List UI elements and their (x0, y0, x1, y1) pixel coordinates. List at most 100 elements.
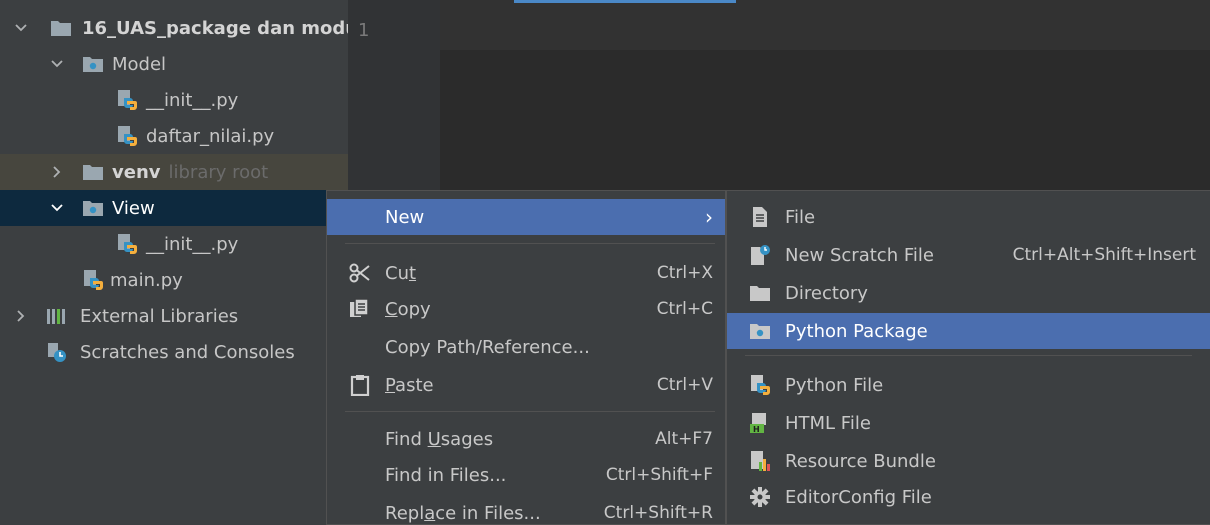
label-part: aste (395, 374, 434, 396)
tree-item-file[interactable]: main.py (0, 262, 348, 298)
tree-item-label: main.py (110, 269, 183, 291)
folder-icon (749, 282, 771, 304)
menu-item-python-file[interactable]: Python File (727, 367, 1210, 403)
label-part: sages (440, 428, 494, 450)
menu-item-label: Replace in Files... (385, 503, 541, 524)
mnemonic: P (385, 374, 396, 396)
menu-separator (345, 243, 715, 244)
menu-item-label: Cut (385, 263, 416, 284)
tree-item-label: Model (112, 53, 167, 75)
menu-separator (345, 411, 715, 412)
copy-icon (349, 298, 371, 320)
scissors-icon (349, 262, 371, 284)
chevron-right-icon[interactable] (14, 309, 28, 323)
shortcut: Ctrl+Shift+R (603, 503, 713, 523)
tree-item-label: External Libraries (80, 305, 239, 327)
menu-item-editorconfig-file[interactable]: EditorConfig File (727, 479, 1210, 515)
tree-item-file[interactable]: daftar_nilai.py (0, 118, 348, 154)
menu-item-label: EditorConfig File (785, 486, 932, 508)
menu-item-new-scratch-file[interactable]: New Scratch File Ctrl+Alt+Shift+Insert (727, 237, 1210, 273)
shortcut: Ctrl+C (656, 299, 713, 319)
tree-item-scratches[interactable]: Scratches and Consoles (0, 334, 348, 370)
tree-item-view[interactable]: View (0, 190, 348, 226)
svg-text:H: H (753, 425, 760, 434)
menu-item-find-usages[interactable]: Find Usages Alt+F7 (327, 421, 725, 457)
folder-icon (50, 17, 72, 39)
context-menu: New › Cut Ctrl+X Copy Ctrl+C Copy Path/R… (326, 190, 726, 525)
resource-bundle-icon (749, 450, 771, 472)
menu-item-label: Paste (385, 375, 434, 396)
shortcut: Alt+F7 (655, 429, 713, 449)
menu-item-directory[interactable]: Directory (727, 275, 1210, 311)
menu-item-find-in-files[interactable]: Find in Files... Ctrl+Shift+F (327, 457, 725, 493)
new-submenu: File New Scratch File Ctrl+Alt+Shift+Ins… (726, 190, 1210, 525)
file-icon (749, 206, 771, 228)
html-file-icon: H (749, 412, 771, 434)
editor-gutter: 1 (348, 0, 440, 190)
library-root-hint: library root (168, 161, 269, 183)
tree-item-name: venv (112, 161, 161, 183)
tree-item-label: daftar_nilai.py (146, 125, 275, 147)
menu-item-file[interactable]: File (727, 199, 1210, 235)
shortcut: Ctrl+X (656, 263, 713, 283)
code-editor[interactable] (440, 0, 1210, 190)
menu-item-label: Find Usages (385, 429, 493, 450)
menu-item-copy[interactable]: Copy Ctrl+C (327, 291, 725, 327)
menu-item-label: Resource Bundle (785, 450, 936, 472)
tree-item-label: venv library root (112, 162, 268, 183)
chevron-right-icon[interactable] (50, 165, 64, 179)
tree-item-file[interactable]: __init__.py (0, 82, 348, 118)
python-file-icon (116, 233, 138, 255)
tree-item-venv[interactable]: venv library root (0, 154, 348, 190)
line-number: 1 (358, 20, 370, 41)
menu-item-python-package[interactable]: Python Package (727, 313, 1210, 349)
mnemonic: t (408, 262, 417, 284)
chevron-down-icon[interactable] (50, 201, 64, 215)
menu-item-label: Python File (785, 374, 884, 396)
chevron-down-icon[interactable] (14, 21, 28, 35)
clipboard-icon (349, 374, 371, 396)
shortcut: Ctrl+Shift+F (605, 465, 713, 485)
python-package-folder-icon (749, 320, 771, 342)
tree-item-file[interactable]: __init__.py (0, 226, 348, 262)
shortcut: Ctrl+Alt+Shift+Insert (1012, 245, 1196, 265)
menu-item-new[interactable]: New › (327, 199, 725, 235)
gear-icon (749, 486, 771, 508)
tree-item-project-root[interactable]: 16_UAS_package dan modu (0, 10, 348, 46)
menu-item-resource-bundle[interactable]: Resource Bundle (727, 443, 1210, 479)
project-tree: 16_UAS_package dan modu Model __init__.p… (0, 0, 348, 525)
folder-icon (82, 161, 104, 183)
menu-item-label: Directory (785, 282, 868, 304)
mnemonic: U (427, 428, 441, 450)
tree-item-model[interactable]: Model (0, 46, 348, 82)
tree-item-external-libraries[interactable]: External Libraries (0, 298, 348, 334)
python-file-icon (749, 374, 771, 396)
shortcut: Ctrl+V (656, 375, 713, 395)
label-part: opy (397, 298, 431, 320)
mnemonic: C (385, 298, 398, 320)
mnemonic: a (424, 502, 436, 524)
menu-item-paste[interactable]: Paste Ctrl+V (327, 367, 725, 403)
chevron-down-icon[interactable] (50, 57, 64, 71)
menu-item-label: HTML File (785, 412, 871, 434)
active-tab-indicator (514, 0, 736, 3)
menu-item-cut[interactable]: Cut Ctrl+X (327, 255, 725, 291)
menu-item-label: Python Package (785, 320, 928, 342)
python-package-folder-icon (82, 53, 104, 75)
tree-item-label: __init__.py (146, 89, 239, 111)
label-part: Repl (385, 502, 425, 524)
label-part: Cu (385, 262, 409, 284)
menu-item-label: File (785, 206, 816, 228)
menu-item-html-file[interactable]: H HTML File (727, 405, 1210, 441)
scratch-file-icon (749, 244, 771, 266)
tree-item-label: Scratches and Consoles (80, 341, 295, 363)
menu-item-replace-in-files[interactable]: Replace in Files... Ctrl+Shift+R (327, 495, 725, 525)
menu-item-label: Copy (385, 299, 431, 320)
tree-item-label: 16_UAS_package dan modu (82, 17, 348, 39)
tree-item-label: View (112, 197, 155, 219)
menu-item-label: Copy Path/Reference... (385, 336, 590, 358)
submenu-arrow-icon: › (705, 205, 713, 229)
label-part: ce in Files... (435, 502, 541, 524)
menu-item-copy-path[interactable]: Copy Path/Reference... (327, 329, 725, 365)
menu-item-label: Find in Files... (385, 464, 507, 486)
